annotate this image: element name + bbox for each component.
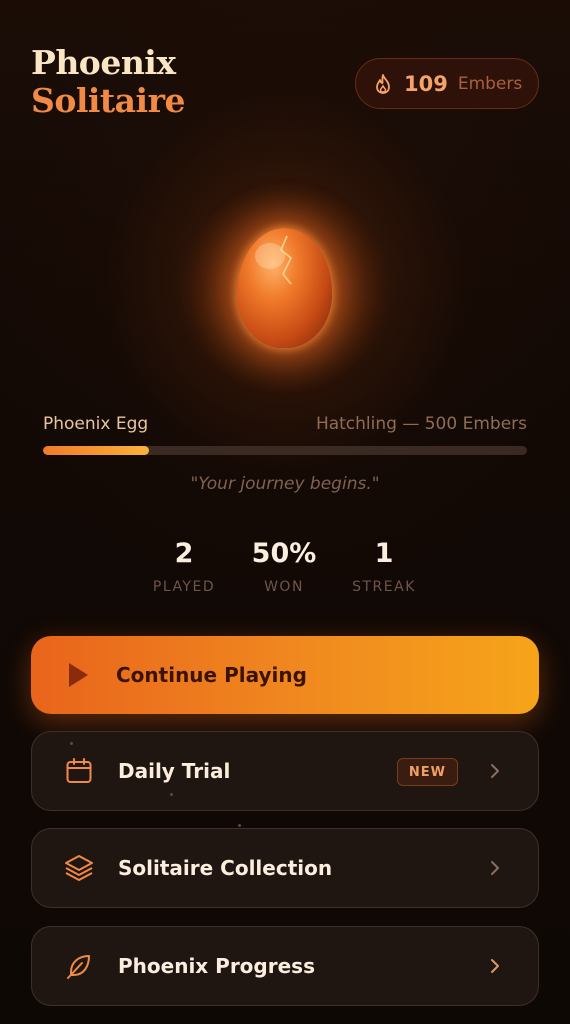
progress-bar (43, 446, 527, 455)
chevron-right-icon (488, 957, 502, 975)
app-title: Phoenix Solitaire (31, 44, 185, 120)
home-screen: Phoenix Solitaire 109 Embers Phoenix Egg… (0, 0, 570, 1024)
new-badge: NEW (396, 758, 458, 786)
progress-next-stage: Hatchling — 500 Embers (315, 414, 527, 434)
daily-trial-button[interactable]: Daily Trial NEW (31, 731, 539, 811)
calendar-icon (64, 756, 94, 786)
continue-playing-button[interactable]: Continue Playing (31, 636, 539, 714)
flame-icon (374, 73, 394, 95)
progress-bar-fill (43, 446, 149, 455)
phoenix-progress-button[interactable]: Phoenix Progress (31, 926, 539, 1006)
ember-particle (238, 824, 241, 827)
embers-count: 109 (404, 71, 448, 96)
phoenix-egg-image[interactable] (237, 228, 332, 348)
stat-streak-value: 1 (374, 538, 394, 569)
embers-counter[interactable]: 109 Embers (355, 58, 539, 109)
feather-icon (64, 951, 94, 981)
stat-streak: 1 STREAK (324, 537, 444, 595)
solitaire-collection-label: Solitaire Collection (118, 856, 333, 880)
embers-unit: Embers (457, 73, 523, 94)
app-title-line2: Solitaire (31, 81, 185, 120)
layers-icon (64, 853, 94, 883)
phoenix-progress-label: Phoenix Progress (118, 954, 315, 978)
progress-quote: "Your journey begins." (190, 474, 380, 494)
daily-trial-label: Daily Trial (118, 759, 231, 783)
continue-playing-label: Continue Playing (116, 663, 307, 687)
app-title-line1: Phoenix (31, 43, 176, 82)
ember-particle (70, 742, 73, 745)
chevron-right-icon (488, 859, 502, 877)
ember-particle (170, 793, 173, 796)
progress-stage-label: Phoenix Egg (43, 414, 149, 434)
solitaire-collection-button[interactable]: Solitaire Collection (31, 828, 539, 908)
play-icon (67, 662, 89, 688)
chevron-right-icon (488, 762, 502, 780)
stat-streak-label: STREAK (352, 579, 416, 595)
